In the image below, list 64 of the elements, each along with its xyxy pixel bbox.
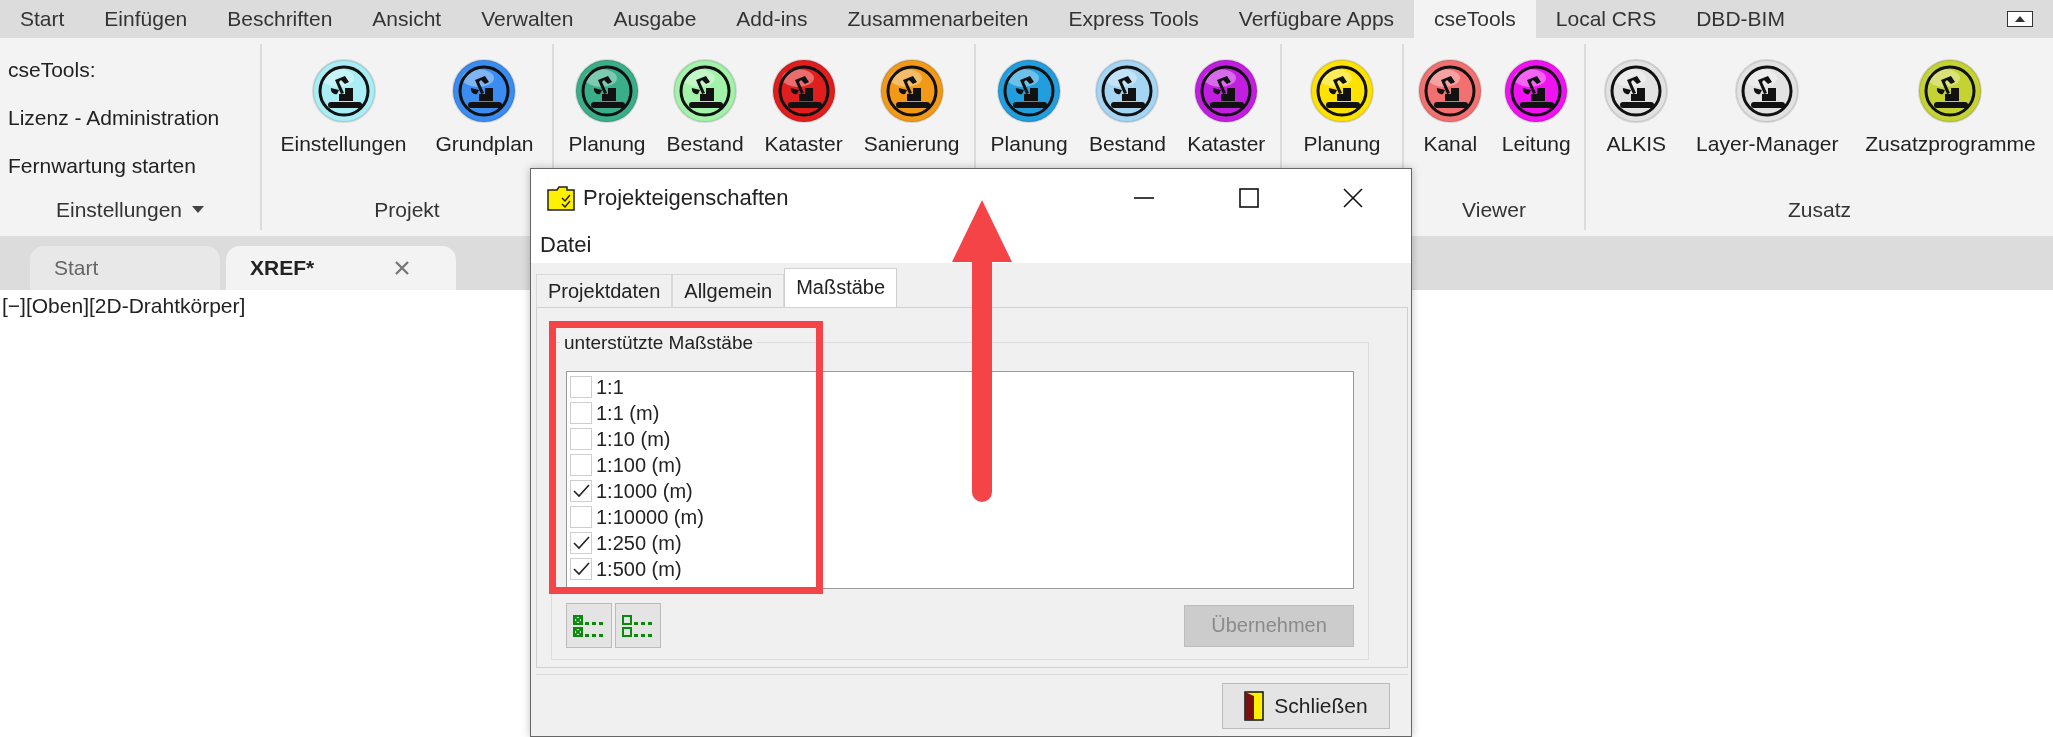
scale-label[interactable]: 1:1: [596, 375, 624, 399]
checkbox[interactable]: [570, 558, 592, 580]
ribbon-tab[interactable]: Einfügen: [84, 0, 208, 38]
close-icon[interactable]: [1343, 188, 1363, 208]
ribbon-link[interactable]: cseTools:: [8, 54, 252, 86]
group-label: Zusatz: [1788, 198, 1851, 222]
ribbon-tab[interactable]: Verwalten: [461, 0, 594, 38]
dialog-tab[interactable]: Allgemein: [672, 274, 785, 307]
dialog-tab[interactable]: Maßstäbe: [784, 268, 898, 307]
checkbox[interactable]: [570, 532, 592, 554]
door-icon: [1244, 690, 1265, 721]
menu-item[interactable]: Datei: [540, 232, 592, 258]
ribbon-tab[interactable]: Local CRS: [1535, 0, 1677, 38]
scale-label[interactable]: 1:1000 (m): [596, 479, 693, 503]
scale-label[interactable]: 1:250 (m): [596, 531, 682, 555]
scale-label[interactable]: 1:100 (m): [596, 453, 682, 477]
viewport-label[interactable]: [−][Oben][2D-Drahtkörper]: [2, 294, 246, 317]
ribbon-button[interactable]: Bestand: [1088, 44, 1166, 190]
checkbox[interactable]: [570, 480, 592, 502]
scale-label[interactable]: 1:10 (m): [596, 427, 671, 451]
ribbon-button[interactable]: ALKIS: [1603, 44, 1670, 190]
group-label: Einstellungen: [55, 198, 183, 222]
group-label: Projekt: [374, 198, 440, 222]
document-tab[interactable]: XREF*: [226, 246, 456, 290]
ribbon-button[interactable]: Layer-Manager: [1696, 44, 1839, 190]
ribbon-tab[interactable]: Start: [0, 0, 85, 38]
ribbon-tab[interactable]: cseTools: [1414, 0, 1536, 38]
ribbon-button[interactable]: Kanal: [1417, 44, 1484, 190]
caret-icon[interactable]: [192, 206, 205, 214]
ribbon-tab[interactable]: Beschriften: [207, 0, 353, 38]
document-tab[interactable]: Start: [30, 246, 220, 290]
ribbon-button[interactable]: Sanierung: [863, 44, 960, 190]
ribbon-button[interactable]: Leitung: [1501, 44, 1571, 190]
uncheck-all-button[interactable]: [615, 603, 661, 648]
ribbon-button[interactable]: Grundplan: [435, 44, 534, 190]
ribbon-button[interactable]: Planung: [990, 44, 1068, 190]
folder-icon: [547, 185, 575, 211]
checkbox[interactable]: [570, 428, 592, 450]
ribbon-tab[interactable]: Ausgabe: [593, 0, 717, 38]
ribbon-tab[interactable]: Zusammenarbeiten: [827, 0, 1049, 38]
checkbox[interactable]: [570, 454, 592, 476]
close-button[interactable]: Schließen: [1222, 682, 1390, 729]
checkbox[interactable]: [570, 402, 592, 424]
scale-label[interactable]: 1:10000 (m): [596, 505, 704, 529]
scale-label[interactable]: 1:1 (m): [596, 401, 660, 425]
ribbon-tab[interactable]: Ansicht: [352, 0, 462, 38]
ribbon-button[interactable]: Kataster: [1187, 44, 1266, 190]
dialog-tab[interactable]: Projektdaten: [536, 274, 673, 307]
ribbon-tab[interactable]: Verfügbare Apps: [1218, 0, 1415, 38]
ribbon-link[interactable]: Lizenz - Administration: [8, 102, 252, 134]
scale-label[interactable]: 1:500 (m): [596, 557, 682, 581]
ribbon-tab[interactable]: Express Tools: [1048, 0, 1219, 38]
ribbon-button[interactable]: Zusatzprogramme: [1865, 44, 2036, 190]
group-label: Viewer: [1462, 198, 1526, 222]
ribbon-button[interactable]: Planung: [1303, 44, 1381, 190]
ribbon-tab[interactable]: DBD-BIM: [1676, 0, 1805, 38]
ribbon-link[interactable]: Fernwartung starten: [8, 150, 252, 182]
ribbon-toggle-icon[interactable]: [2007, 11, 2033, 27]
ribbon-tab[interactable]: Add-ins: [716, 0, 828, 38]
checkbox[interactable]: [570, 376, 592, 398]
ribbon-button[interactable]: Einstellungen: [280, 44, 407, 190]
maximize-icon[interactable]: [1239, 188, 1259, 208]
checkbox[interactable]: [570, 506, 592, 528]
check-all-button[interactable]: [566, 603, 612, 648]
